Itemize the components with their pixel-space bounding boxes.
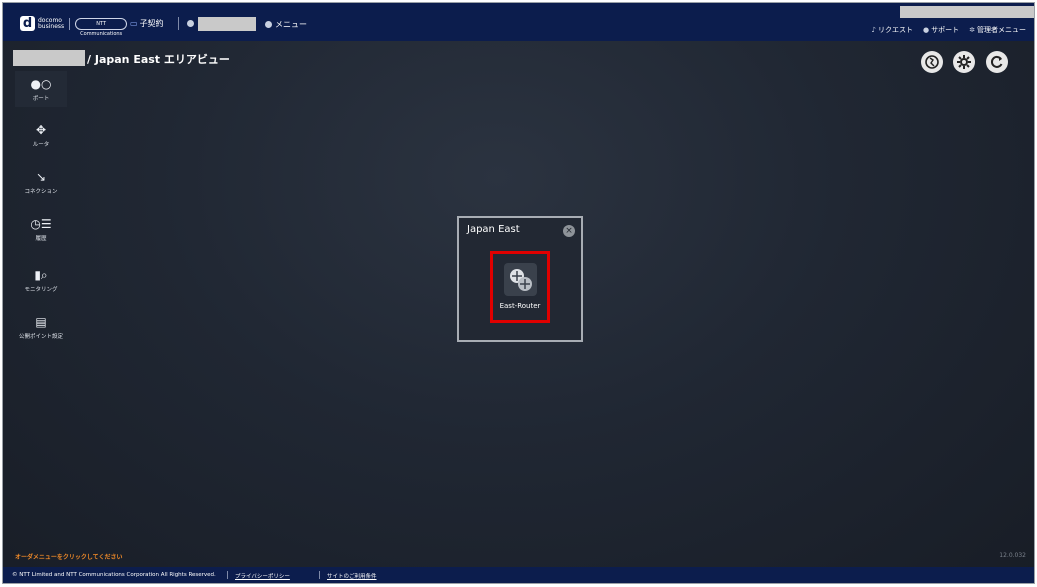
settings-button[interactable] [953, 51, 975, 73]
sidebar-item-public-point[interactable]: ▤ 公開ポイント設定 [15, 309, 67, 345]
ntt-logo: NTT Communications [75, 17, 128, 37]
header-links: ♪ リクエスト ● サポート ✲ 管理者メニュー [872, 25, 1026, 35]
sidebar-item-port[interactable]: ●○ ポート [15, 71, 67, 107]
refresh-icon [990, 55, 1003, 68]
account-selector[interactable] [198, 17, 256, 31]
sidebar-item-monitoring[interactable]: ▮⌕ モニタリング [15, 262, 67, 298]
app-window: d docomo business NTT Communications ▭ 子… [2, 2, 1035, 584]
area-title: Japan East [467, 224, 520, 235]
gear-icon [957, 55, 971, 69]
logo-separator [69, 17, 71, 30]
refresh-button[interactable] [986, 51, 1008, 73]
globe-icon [925, 55, 939, 69]
east-router-node[interactable]: East-Router [490, 251, 550, 323]
copyright: © NTT Limited and NTT Communications Cor… [12, 572, 216, 578]
page-title: / Japan East エリアビュー [87, 53, 230, 66]
globe-button[interactable] [921, 51, 943, 73]
sub-contract-label: 子契約 [139, 19, 164, 28]
privacy-link[interactable]: プライバシーポリシー [235, 572, 290, 580]
menu-link[interactable]: メニュー [265, 19, 307, 30]
version-label: 12.0.032 [999, 552, 1026, 559]
router-node-icon [504, 263, 537, 296]
bell-icon: ♪ [871, 26, 877, 34]
header-separator [178, 17, 179, 30]
user-info-box[interactable] [900, 6, 1034, 18]
area-panel: Japan East × East-Router [457, 216, 583, 342]
port-icon: ●○ [30, 77, 52, 91]
menu-label: メニュー [275, 20, 307, 29]
support-link[interactable]: ● サポート [923, 25, 959, 35]
sidebar-item-history[interactable]: ◷☰ 履歴 [15, 211, 67, 247]
history-icon: ◷☰ [30, 217, 52, 231]
sub-contract-link[interactable]: ▭ 子契約 [130, 18, 164, 29]
account-icon [187, 20, 194, 27]
close-icon[interactable]: × [563, 225, 575, 237]
router-icon: ✥ [35, 123, 47, 137]
brand-text: docomo business [38, 16, 65, 30]
cog-icon: ✲ [969, 26, 975, 34]
tree-icon: ▭ [130, 19, 138, 28]
sidebar-item-connection[interactable]: ↘ コネクション [15, 164, 67, 200]
footer-separator [227, 571, 228, 579]
sidebar-item-router[interactable]: ✥ ルータ [15, 117, 67, 153]
monitoring-icon: ▮⌕ [34, 268, 48, 282]
footer: © NTT Limited and NTT Communications Cor… [3, 567, 1034, 583]
top-bar: d docomo business NTT Communications ▭ 子… [3, 3, 1034, 41]
breadcrumb-contract-box[interactable] [13, 50, 85, 66]
terms-link[interactable]: サイトのご利用条件 [327, 572, 377, 580]
menu-icon [265, 21, 272, 28]
brand-logo[interactable]: d docomo business NTT Communications [20, 16, 128, 37]
router-label: East-Router [499, 302, 541, 310]
connection-icon: ↘ [35, 170, 47, 184]
admin-menu-link[interactable]: ✲ 管理者メニュー [969, 25, 1026, 35]
footer-separator [319, 571, 320, 579]
public-point-icon: ▤ [35, 315, 47, 329]
request-link[interactable]: ♪ リクエスト [872, 25, 913, 35]
router-symbol-icon [510, 269, 532, 291]
help-icon: ● [923, 26, 930, 34]
order-hint: オーダメニューをクリックしてください [15, 554, 123, 561]
docomo-d-icon: d [20, 16, 35, 31]
